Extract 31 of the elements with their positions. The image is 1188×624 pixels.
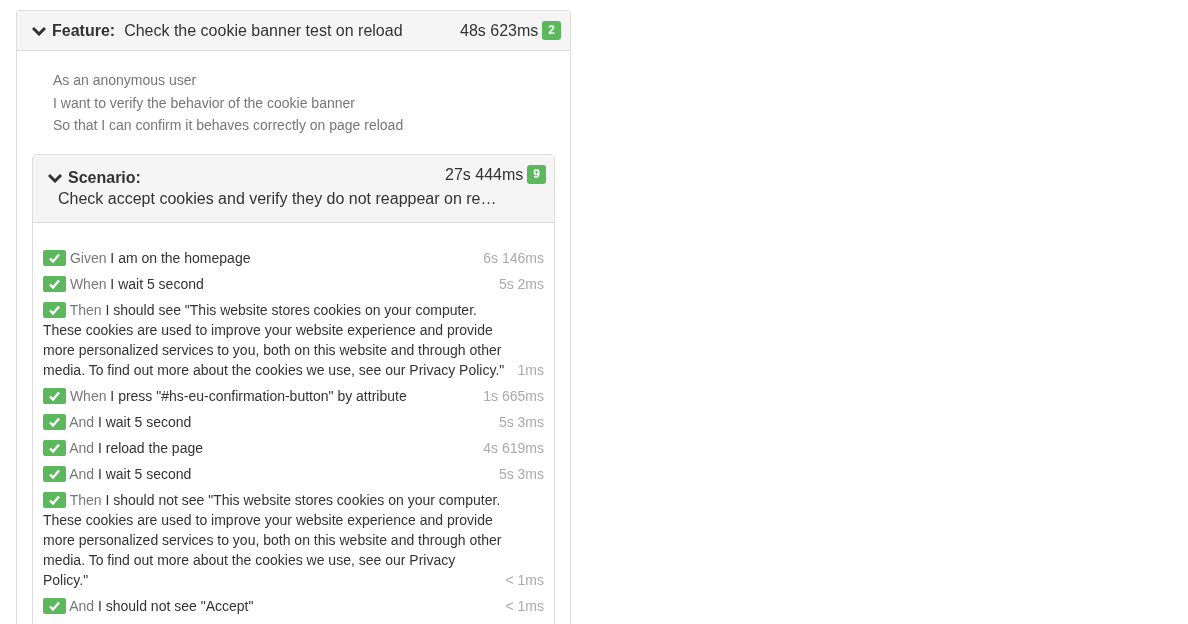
step-text: And I reload the page <box>69 439 204 456</box>
feature-duration: 48s 623ms <box>460 21 539 40</box>
description-line: As an anonymous user <box>53 71 198 90</box>
step-duration: 5s 2ms <box>497 274 544 294</box>
feature-title: Check the cookie banner test on reload <box>124 21 403 40</box>
step-duration: < 1ms <box>504 596 544 616</box>
step-text: And I should not see "Accept" <box>69 597 254 614</box>
step-duration: 1s 665ms <box>482 386 544 406</box>
step-duration: 5s 3ms <box>497 412 544 432</box>
step-duration: 5s 3ms <box>497 464 544 484</box>
feature-label: Feature: <box>52 21 116 40</box>
step-duration: 6s 146ms <box>482 248 544 268</box>
step-duration: < 1ms <box>504 570 544 590</box>
step-count-badge: 9 <box>527 165 546 184</box>
scenario-duration: 27s 444ms <box>445 165 524 184</box>
chevron-down-icon[interactable] <box>32 25 46 36</box>
chevron-down-icon[interactable] <box>48 172 62 183</box>
description-line: So that I can confirm it behaves correctly on page reload <box>53 116 405 135</box>
step-text: And I wait 5 second <box>69 413 192 430</box>
step-text: When I wait 5 second <box>69 275 204 292</box>
step-text: And I wait 5 second <box>69 465 192 482</box>
step-text: When I press "#hs-eu-confirmation-button" by attribute <box>69 387 407 404</box>
step-text: Then I should see "This website stores cookies on your computer. These cookies are used to improve your website experience and provide more personalized services to you, both on this website and through other media. To find out more about the cookies we use, see our Privacy Policy." <box>43 301 505 378</box>
step-count-badge: 2 <box>542 21 561 40</box>
step-duration: 1ms <box>516 360 544 380</box>
step-text: Given I am on the homepage <box>69 249 251 266</box>
scenario-label: Scenario: <box>68 168 141 187</box>
scenario-title: Check accept cookies and verify they do not reappear on re… <box>57 189 498 208</box>
step-duration: 4s 619ms <box>482 438 544 458</box>
step-text: Then I should not see "This website stores cookies on your computer. These cookies are used to improve your website experience and provide more personalized services to you, both on this website and through other media. To find out more about the cookies we use, see our Privacy Policy." <box>43 491 502 588</box>
description-line: I want to verify the behavior of the cookie banner <box>53 93 356 113</box>
